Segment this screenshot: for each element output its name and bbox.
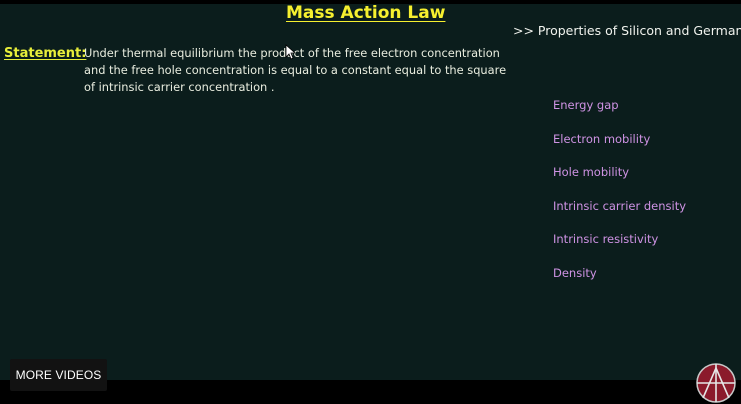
mouse-pointer-icon	[285, 44, 295, 60]
statement-line: of intrinsic carrier concentration .	[84, 80, 275, 94]
statement-line: and the free hole concentration is equal…	[84, 63, 507, 77]
lesson-title: Mass Action Law	[286, 3, 446, 23]
property-item-intrinsic-carrier-density: Intrinsic carrier density	[553, 198, 687, 213]
property-item-hole-mobility: Hole mobility	[553, 165, 630, 180]
player-bottom-bar	[0, 380, 741, 404]
properties-list: Energy gap Electron mobility Hole mobili…	[553, 94, 686, 296]
more-videos-button[interactable]: MORE VIDEOS	[10, 359, 107, 391]
property-item-intrinsic-resistivity: Intrinsic resistivity	[553, 232, 659, 247]
property-item-energy-gap: Energy gap	[553, 98, 619, 112]
properties-heading: >> Properties of Silicon and Germaniu	[513, 23, 741, 38]
channel-logo-icon[interactable]	[695, 362, 737, 404]
statement-label: Statement:	[4, 46, 87, 61]
property-item-electron-mobility: Electron mobility	[553, 131, 651, 146]
property-item-density: Density	[553, 265, 597, 280]
